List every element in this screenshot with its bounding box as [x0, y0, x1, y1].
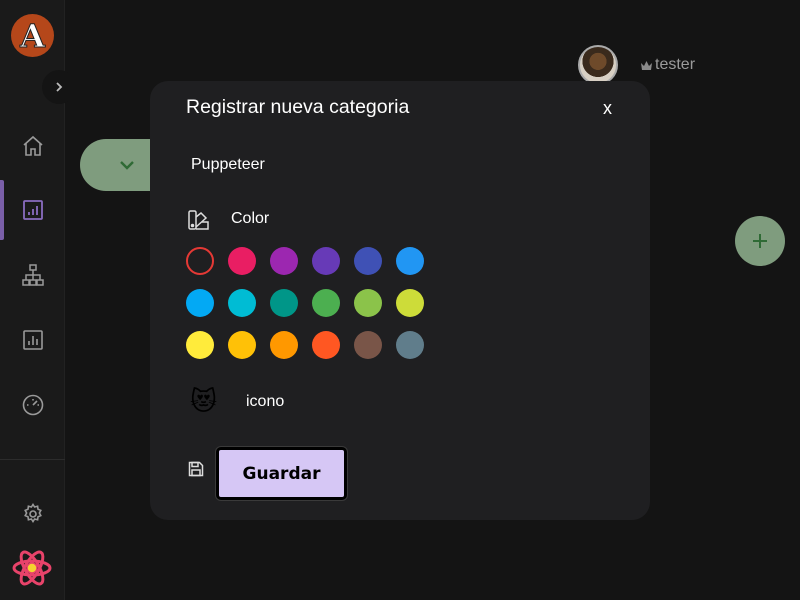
color-swatch[interactable] — [354, 289, 382, 317]
save-button[interactable]: Guardar — [216, 447, 347, 500]
color-swatch[interactable] — [354, 247, 382, 275]
color-swatch[interactable] — [186, 247, 214, 275]
icon-label: icono — [246, 393, 285, 410]
gear-icon — [23, 503, 42, 523]
color-swatch[interactable] — [396, 289, 424, 317]
color-swatch[interactable] — [228, 331, 256, 359]
color-swatch[interactable] — [312, 331, 340, 359]
add-button[interactable] — [735, 216, 785, 266]
color-swatch[interactable] — [354, 331, 382, 359]
username: tester — [655, 56, 696, 73]
chart-icon — [22, 200, 43, 220]
sidebar-collapse-button[interactable] — [42, 70, 76, 104]
color-swatch[interactable] — [312, 289, 340, 317]
sidebar-item-dashboard[interactable] — [0, 375, 65, 435]
color-swatch[interactable] — [270, 331, 298, 359]
color-swatch[interactable] — [270, 247, 298, 275]
sidebar-item-chart[interactable] — [0, 180, 65, 240]
color-swatch[interactable] — [228, 289, 256, 317]
color-label: Color — [231, 210, 270, 227]
close-button[interactable]: x — [603, 98, 612, 119]
sidebar-item-home[interactable] — [0, 116, 65, 176]
app-logo[interactable]: A — [11, 14, 54, 57]
user-menu[interactable]: tester — [641, 56, 695, 74]
color-swatch-grid — [186, 247, 424, 359]
home-icon — [22, 135, 43, 156]
chevron-right-icon — [56, 82, 63, 92]
category-modal: Registrar nueva categoria x Puppeteer Co… — [150, 81, 650, 520]
category-name-field[interactable]: Puppeteer — [191, 156, 265, 174]
color-swatch[interactable] — [186, 331, 214, 359]
plus-icon — [753, 234, 767, 248]
color-swatch[interactable] — [270, 289, 298, 317]
sitemap-icon — [21, 264, 44, 286]
avatar[interactable] — [578, 45, 618, 85]
color-swatch[interactable] — [186, 289, 214, 317]
cat-heart-eyes-icon[interactable]: 😻 — [190, 387, 217, 417]
sidebar-item-settings[interactable] — [0, 484, 65, 544]
sidebar-item-report[interactable] — [0, 310, 65, 370]
chevron-down-icon — [120, 156, 134, 174]
report-icon — [22, 330, 43, 350]
sidebar-item-sitemap[interactable] — [0, 245, 65, 305]
react-logo-icon — [12, 550, 52, 586]
color-swatch[interactable] — [396, 331, 424, 359]
crown-icon — [641, 60, 652, 70]
logo-letter: A — [20, 16, 46, 55]
modal-title: Registrar nueva categoria — [186, 96, 410, 118]
sidebar-divider — [0, 459, 65, 460]
palette-icon — [188, 210, 209, 230]
color-swatch[interactable] — [396, 247, 424, 275]
dashboard-gauge-icon — [22, 394, 43, 416]
floppy-disk-icon — [188, 461, 204, 477]
color-swatch[interactable] — [312, 247, 340, 275]
color-swatch[interactable] — [228, 247, 256, 275]
